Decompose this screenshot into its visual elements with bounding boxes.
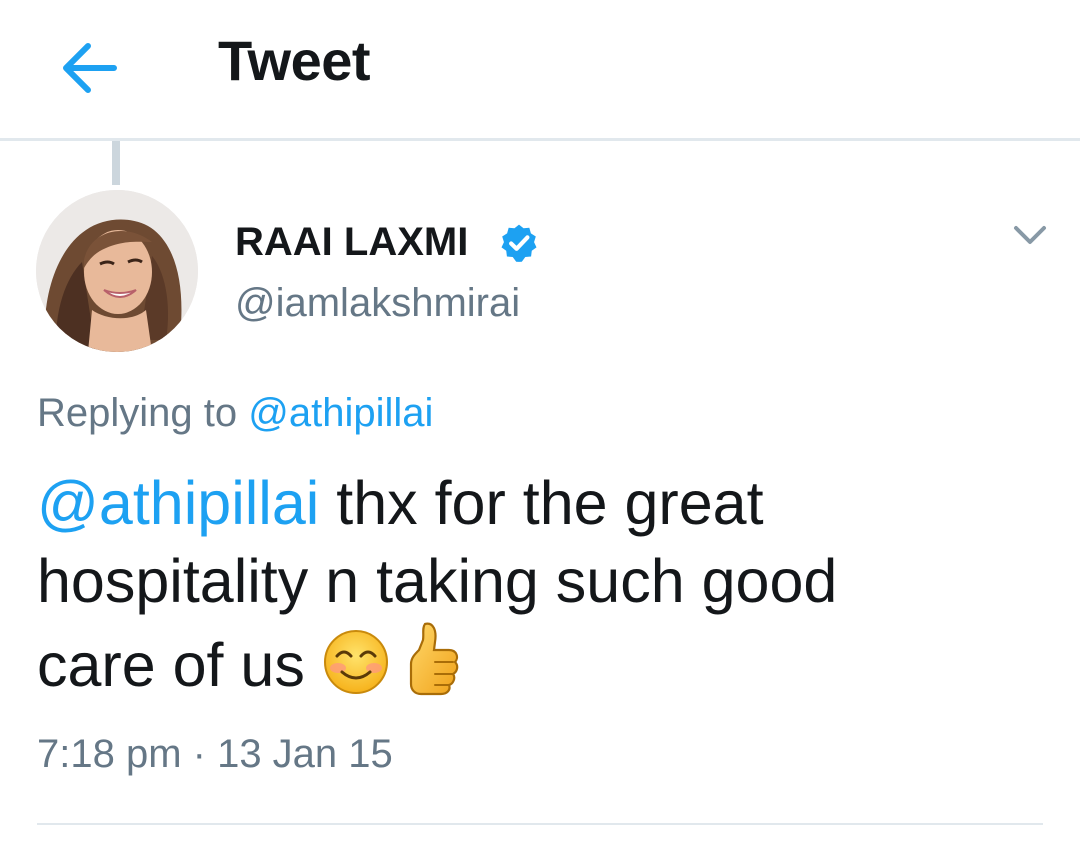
- tweet-date: 13 Jan 15: [217, 732, 393, 776]
- replying-to-line: Replying to @athipillai: [37, 391, 433, 436]
- tweet-text-line1: thx for the great: [319, 469, 764, 537]
- arrow-left-icon: [63, 43, 117, 93]
- author-display-name[interactable]: RAAI LAXMI: [235, 220, 468, 265]
- tweet-text-line2: hospitality n taking such good: [37, 547, 838, 615]
- avatar[interactable]: [36, 190, 198, 352]
- back-button[interactable]: [52, 30, 128, 106]
- thumbs-up-icon: [409, 622, 459, 696]
- page-title: Tweet: [218, 29, 371, 92]
- chevron-down-icon[interactable]: [1008, 218, 1052, 254]
- replying-to-mention-link[interactable]: @athipillai: [248, 391, 433, 435]
- tweet-timestamp: 7:18 pm · 13 Jan 15: [37, 732, 393, 777]
- divider: [37, 823, 1043, 825]
- timestamp-separator: ·: [181, 732, 218, 776]
- tweet-text-line3: care of us: [37, 631, 322, 699]
- top-app-bar: Tweet: [0, 0, 1080, 141]
- tweet-text: @athipillai thx for the great hospitalit…: [37, 464, 1047, 704]
- verified-badge-icon: [501, 224, 537, 262]
- tweet-detail-screen: Tweet RAAI LAXMI @iamlakshmirai Replying…: [0, 0, 1080, 845]
- tweet-mention-link[interactable]: @athipillai: [37, 469, 319, 537]
- conversation-thread-line: [112, 141, 120, 185]
- avatar-photo: [36, 190, 198, 352]
- smiling-face-icon: [323, 630, 388, 694]
- tweet-time: 7:18 pm: [37, 732, 182, 776]
- author-handle[interactable]: @iamlakshmirai: [235, 281, 520, 326]
- replying-to-label: Replying to: [37, 391, 238, 435]
